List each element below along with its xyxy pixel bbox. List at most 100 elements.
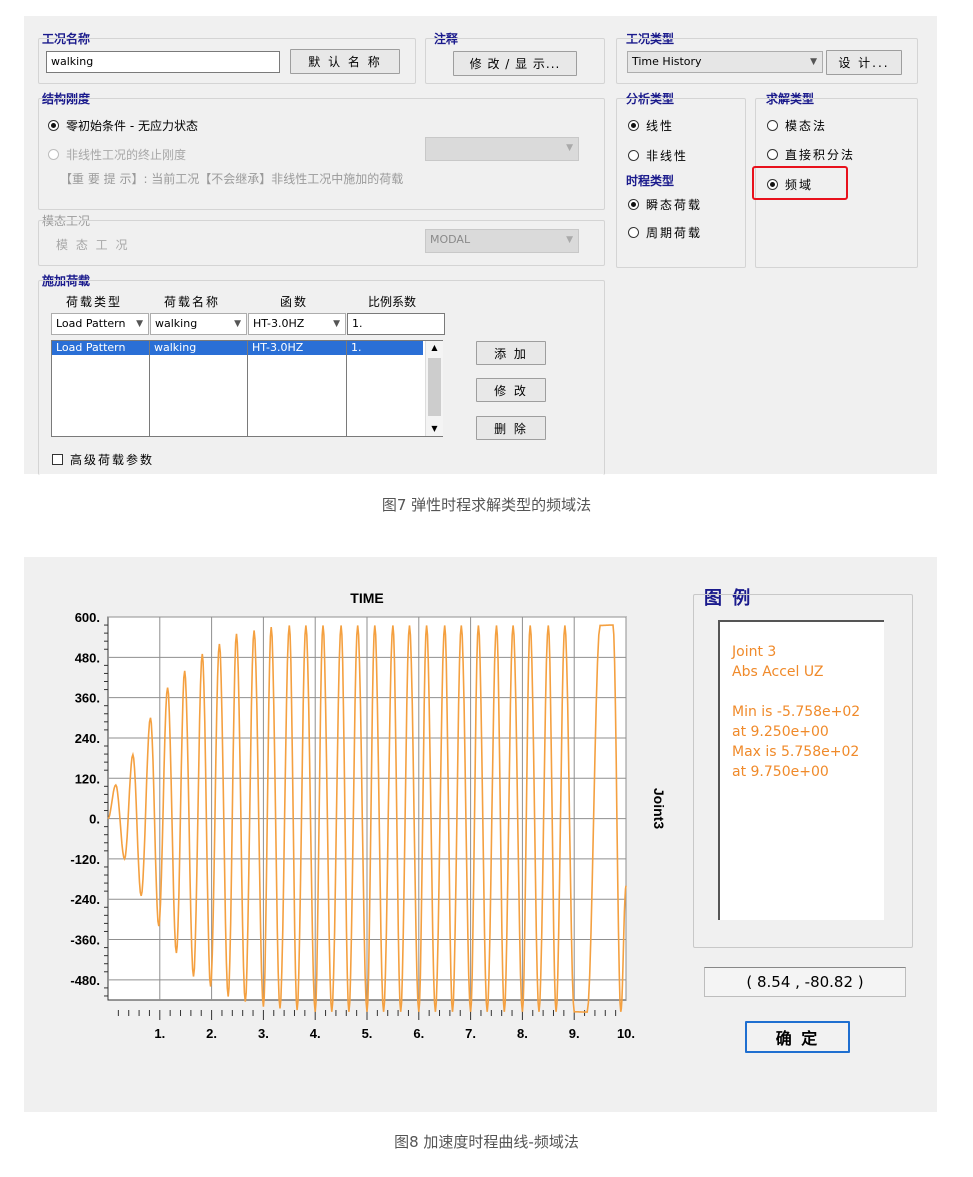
chevron-down-icon: ▼: [136, 319, 143, 329]
legend-box: Joint 3 Abs Accel UZ Min is -5.758e+02 a…: [718, 620, 884, 920]
frequency-domain-label: 频域: [785, 178, 814, 192]
history-type-label: 时程类型: [626, 174, 675, 188]
load-type-value: Load Pattern: [56, 317, 126, 330]
load-name-list[interactable]: walking: [149, 340, 248, 437]
modal-method-radio[interactable]: 模态法: [767, 117, 827, 134]
x-tick-label: 4.: [310, 1026, 321, 1041]
modal-case-select[interactable]: MODAL ▼: [425, 229, 579, 253]
x-tick-label: 3.: [258, 1026, 269, 1041]
radio-unselected-icon: [767, 149, 778, 160]
stiffness-hint: 【重 要 提 示】: 当前工况【不会继承】非线性工况中施加的荷载: [60, 172, 404, 186]
checkbox-icon: [52, 454, 63, 465]
design-button[interactable]: 设 计...: [826, 50, 902, 75]
modify-load-button[interactable]: 修 改: [476, 378, 546, 402]
header-load-name: 荷载名称: [164, 295, 221, 309]
nonlinear-stiffness-radio[interactable]: 非线性工况的终止刚度: [48, 146, 186, 163]
add-load-button[interactable]: 添 加: [476, 341, 546, 365]
scale-factor-input[interactable]: 1.: [347, 313, 445, 335]
radio-unselected-icon: [628, 227, 639, 238]
scroll-down-icon[interactable]: ▼: [426, 422, 443, 436]
case-type-value: Time History: [632, 55, 702, 68]
legend-min: Min is -5.758e+02: [732, 704, 861, 720]
advanced-load-checkbox[interactable]: 高级荷载参数: [52, 451, 154, 468]
linear-radio[interactable]: 线性: [628, 117, 674, 134]
function-select[interactable]: HT-3.0HZ ▼: [248, 313, 346, 335]
legend-spacer: [732, 682, 884, 702]
scroll-up-icon[interactable]: ▲: [426, 341, 443, 355]
function-value: HT-3.0HZ: [253, 317, 305, 330]
y-tick-label: -240.: [70, 892, 100, 907]
radio-selected-icon: [48, 120, 59, 131]
x-tick-label: 6.: [413, 1026, 424, 1041]
nonlinear-case-select[interactable]: ▼: [425, 137, 579, 161]
chevron-down-icon: ▼: [333, 319, 340, 329]
x-tick-label: 5.: [362, 1026, 373, 1041]
chevron-down-icon: ▼: [566, 235, 573, 245]
y-tick-label: 360.: [75, 691, 100, 706]
load-name-select[interactable]: walking ▼: [150, 313, 247, 335]
y-tick-label: 240.: [75, 731, 100, 746]
y-axis-label: Joint3: [651, 788, 667, 829]
x-tick-label: 10.: [617, 1026, 635, 1041]
ok-button[interactable]: 确 定: [745, 1021, 850, 1053]
nonlinear-stiffness-label: 非线性工况的终止刚度: [66, 148, 187, 162]
zero-initial-radio[interactable]: 零初始条件 - 无应力状态: [48, 117, 198, 134]
modal-method-label: 模态法: [785, 119, 828, 133]
nonlinear-radio[interactable]: 非线性: [628, 147, 688, 164]
advanced-load-label: 高级荷载参数: [70, 453, 155, 467]
direct-integration-radio[interactable]: 直接积分法: [767, 146, 855, 163]
case-name-input[interactable]: walking: [46, 51, 280, 73]
y-tick-label: -360.: [70, 933, 100, 948]
radio-unselected-icon: [48, 149, 59, 160]
x-tick-label: 9.: [569, 1026, 580, 1041]
transient-radio[interactable]: 瞬态荷载: [628, 196, 702, 213]
radio-unselected-icon: [767, 120, 778, 131]
case-type-select[interactable]: Time History ▼: [627, 51, 823, 73]
radio-selected-icon: [628, 199, 639, 210]
radio-selected-icon: [767, 179, 778, 190]
list-scrollbar[interactable]: ▲ ▼: [425, 341, 443, 436]
x-tick-label: 1.: [154, 1026, 165, 1041]
figure8-caption: 图8 加速度时程曲线-频域法: [394, 1133, 579, 1151]
legend-quantity: Abs Accel UZ: [732, 664, 824, 680]
linear-label: 线性: [646, 119, 675, 133]
modal-case-value: MODAL: [430, 233, 471, 246]
time-history-chart: TIME 600. 480. 360. 240. 120. 0. -120. -240. -360…: [70, 590, 667, 1041]
nonlinear-label: 非线性: [646, 149, 689, 163]
legend-min-at: at 9.250e+00: [732, 724, 829, 740]
header-load-type: 荷载类型: [66, 295, 123, 309]
y-tick-label: -120.: [70, 852, 100, 867]
modify-show-button[interactable]: 修 改 / 显 示...: [453, 51, 577, 76]
y-tick-label: 120.: [75, 771, 100, 786]
load-type-select[interactable]: Load Pattern ▼: [51, 313, 149, 335]
table-row[interactable]: 1.: [347, 341, 423, 355]
coordinate-readout: ( 8.54 , -80.82 ): [704, 967, 906, 997]
chevron-down-icon: ▼: [234, 319, 241, 329]
scroll-thumb[interactable]: [428, 358, 441, 416]
periodic-radio[interactable]: 周期荷载: [628, 224, 702, 241]
periodic-label: 周期荷载: [646, 226, 703, 240]
table-row[interactable]: HT-3.0HZ: [248, 341, 346, 355]
x-tick-label: 7.: [465, 1026, 476, 1041]
radio-unselected-icon: [628, 150, 639, 161]
header-scale-factor: 比例系数: [368, 295, 417, 309]
table-row[interactable]: walking: [150, 341, 247, 355]
frequency-domain-radio[interactable]: 频域: [767, 176, 813, 193]
x-tick-label: 2.: [206, 1026, 217, 1041]
y-tick-label: 0.: [89, 812, 100, 827]
delete-load-button[interactable]: 删 除: [476, 416, 546, 440]
header-function: 函数: [280, 295, 309, 309]
chart-title: TIME: [350, 590, 383, 606]
chevron-down-icon: ▼: [810, 57, 817, 67]
table-row[interactable]: Load Pattern: [52, 341, 149, 355]
chevron-down-icon: ▼: [566, 143, 573, 153]
y-tick-label: -480.: [70, 973, 100, 988]
legend-joint: Joint 3: [732, 644, 777, 660]
direct-integration-label: 直接积分法: [785, 148, 856, 162]
load-type-list[interactable]: Load Pattern: [51, 340, 150, 437]
load-name-value: walking: [155, 317, 198, 330]
function-list[interactable]: HT-3.0HZ: [247, 340, 347, 437]
zero-initial-label: 零初始条件 - 无应力状态: [66, 119, 198, 133]
transient-label: 瞬态荷载: [646, 198, 703, 212]
default-name-button[interactable]: 默 认 名 称: [290, 49, 400, 74]
